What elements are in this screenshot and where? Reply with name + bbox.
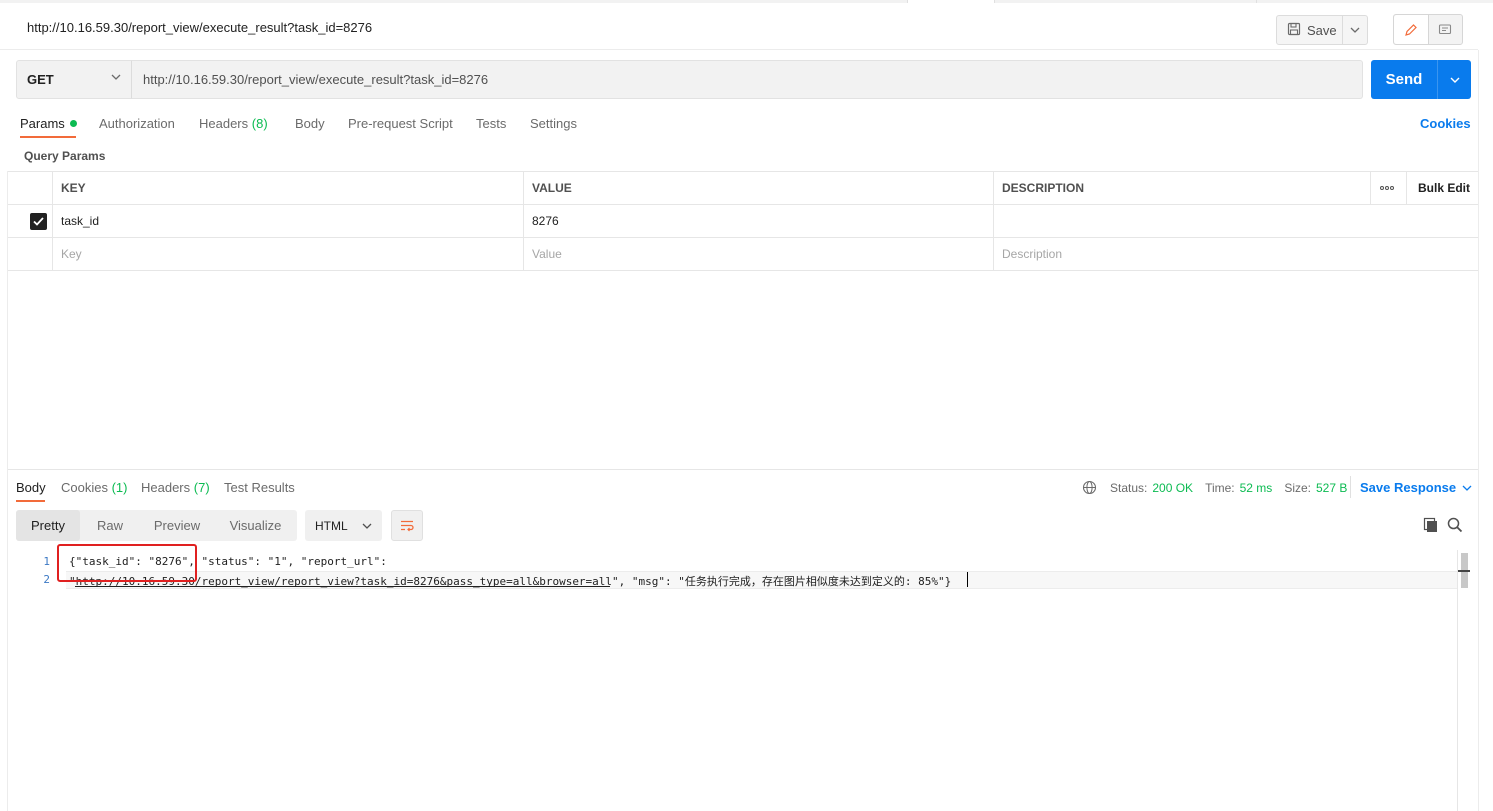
highlight-annotation-box — [57, 544, 197, 582]
comment-icon — [1439, 23, 1452, 34]
status-label: Status: — [1110, 480, 1148, 495]
response-tab-body[interactable]: Body — [16, 480, 46, 495]
response-tab-cookies[interactable]: Cookies (1) — [61, 480, 127, 495]
new-description-input[interactable]: Description — [993, 238, 1062, 270]
response-splitter[interactable] — [8, 469, 1478, 470]
chevron-down-icon — [1450, 77, 1459, 83]
tab-authorization[interactable]: Authorization — [99, 116, 175, 131]
table-header-row: KEY VALUE DESCRIPTION Bulk Edit — [8, 172, 1478, 205]
edit-mode-button[interactable] — [1394, 15, 1429, 44]
save-response-button[interactable]: Save Response — [1360, 480, 1472, 495]
column-description-header: DESCRIPTION — [1002, 181, 1085, 195]
time-value[interactable]: 52 ms — [1240, 481, 1273, 495]
new-key-input[interactable]: Key — [52, 238, 82, 270]
url-input[interactable]: http://10.16.59.30/report_view/execute_r… — [131, 60, 1363, 99]
param-value-cell[interactable]: 8276 — [523, 205, 559, 237]
response-tab-headers-label: Headers — [141, 480, 191, 495]
save-label: Save — [1307, 22, 1337, 38]
send-button-group: Send — [1371, 60, 1471, 99]
comments-mode-button[interactable] — [1429, 15, 1463, 44]
pane-right-border — [1478, 50, 1479, 811]
more-options-icon[interactable] — [1370, 172, 1406, 204]
tab-pre-request-script[interactable]: Pre-request Script — [348, 116, 453, 131]
bulk-edit-button[interactable]: Bulk Edit — [1409, 172, 1470, 204]
param-key-cell[interactable]: task_id — [52, 205, 99, 237]
tab-headers[interactable]: Headers (8) — [199, 116, 268, 131]
text-cursor — [967, 572, 968, 587]
column-value-header: VALUE — [532, 181, 572, 195]
request-title-bar: http://10.16.59.30/report_view/execute_r… — [0, 3, 1478, 50]
pencil-icon — [1404, 23, 1417, 36]
send-options-button[interactable] — [1438, 60, 1471, 99]
wrap-lines-icon — [401, 520, 414, 531]
response-headers-count: (7) — [193, 480, 210, 495]
headers-count: (8) — [251, 116, 268, 131]
send-button[interactable]: Send — [1371, 60, 1438, 99]
response-tab-test-results[interactable]: Test Results — [224, 480, 295, 495]
chevron-down-icon — [1350, 27, 1360, 33]
response-format-select[interactable]: HTML — [305, 510, 382, 541]
tab-tests[interactable]: Tests — [476, 116, 506, 131]
tab-params[interactable]: Params — [20, 116, 77, 131]
response-view-selector: Pretty Raw Preview Visualize — [16, 510, 297, 541]
copy-icon[interactable] — [1423, 517, 1439, 536]
response-tab-indicator — [16, 500, 45, 502]
save-button[interactable]: Save — [1277, 16, 1343, 44]
response-cookies-count: (1) — [111, 480, 128, 495]
checkmark-icon — [30, 212, 47, 230]
size-value[interactable]: 527 B — [1316, 481, 1347, 495]
status-value[interactable]: 200 OK — [1152, 481, 1193, 495]
query-params-heading: Query Params — [24, 149, 106, 163]
tab-headers-label: Headers — [199, 116, 249, 131]
tab-active-indicator — [20, 136, 76, 138]
response-tab-cookies-label: Cookies — [61, 480, 108, 495]
scrollbar-marker — [1458, 570, 1470, 572]
save-response-label: Save Response — [1360, 480, 1457, 495]
request-title[interactable]: http://10.16.59.30/report_view/execute_r… — [27, 20, 372, 35]
line-number: 1 — [43, 555, 50, 568]
method-select[interactable]: GET — [16, 60, 132, 99]
table-row-new: Key Value Description — [8, 238, 1478, 271]
search-icon[interactable] — [1447, 517, 1463, 536]
wrap-lines-button[interactable] — [391, 510, 423, 541]
save-icon — [1287, 22, 1301, 39]
line-number: 2 — [43, 573, 50, 586]
scrollbar-track[interactable] — [1457, 550, 1458, 811]
divider — [1350, 476, 1351, 498]
view-preview-button[interactable]: Preview — [140, 510, 214, 541]
params-active-dot — [69, 120, 77, 127]
size-label: Size: — [1284, 480, 1311, 495]
table-row: task_id 8276 — [8, 205, 1478, 238]
column-key-header: KEY — [61, 181, 86, 195]
chevron-down-icon — [362, 523, 372, 529]
query-params-table: KEY VALUE DESCRIPTION Bulk Edit task_id … — [8, 171, 1478, 271]
param-description-cell[interactable] — [993, 205, 1002, 237]
view-pretty-button[interactable]: Pretty — [16, 510, 80, 541]
cookies-link[interactable]: Cookies — [1420, 116, 1471, 131]
chevron-down-icon — [1462, 485, 1472, 491]
tab-body[interactable]: Body — [295, 116, 325, 131]
view-raw-button[interactable]: Raw — [80, 510, 140, 541]
save-button-group: Save — [1276, 15, 1368, 45]
response-tab-headers[interactable]: Headers (7) — [141, 480, 210, 495]
new-value-input[interactable]: Value — [523, 238, 562, 270]
chevron-down-icon — [111, 74, 121, 80]
method-label: GET — [27, 72, 54, 87]
view-mode-toggle — [1393, 14, 1463, 45]
tab-settings[interactable]: Settings — [530, 116, 577, 131]
pane-left-border — [7, 171, 8, 811]
time-label: Time: — [1205, 480, 1235, 495]
param-checkbox[interactable] — [22, 205, 47, 237]
tab-params-label: Params — [20, 116, 65, 131]
globe-icon[interactable] — [1082, 480, 1097, 495]
response-meta: Status: 200 OK Time: 52 ms Size: 527 B — [1082, 480, 1359, 495]
view-visualize-button[interactable]: Visualize — [214, 510, 297, 541]
url-link-underline — [75, 586, 610, 587]
format-label: HTML — [315, 518, 348, 533]
save-options-button[interactable] — [1343, 16, 1367, 44]
